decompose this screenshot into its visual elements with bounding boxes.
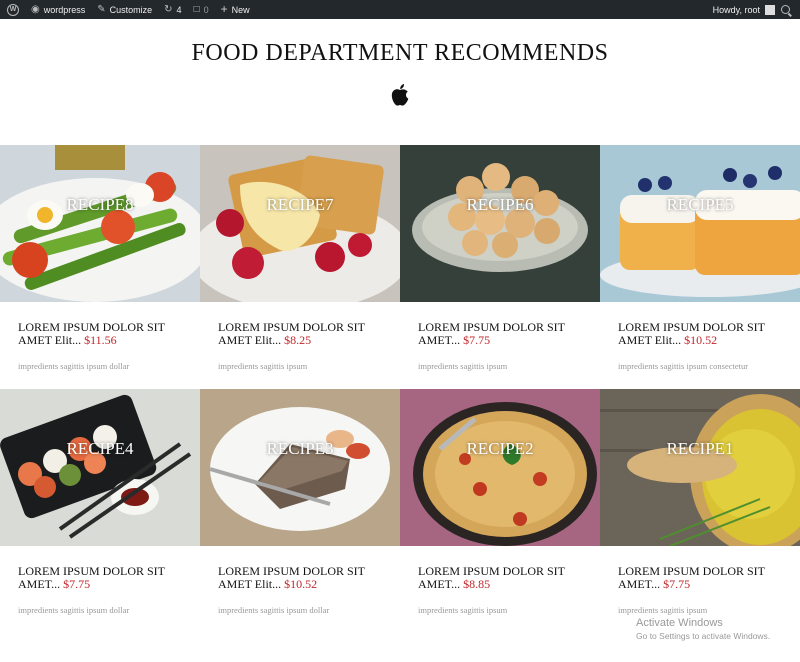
recipe-card[interactable]: RECIPE7 LOREM IPSUM DOLOR SIT AMET Elit.… — [200, 145, 400, 389]
recipe-card[interactable]: RECIPE6 LOREM IPSUM DOLOR SIT AMET... $7… — [400, 145, 600, 389]
wordpress-logo-button[interactable]: W — [0, 0, 25, 19]
recipe-image[interactable]: RECIPE4 — [0, 389, 200, 546]
site-name-label: wordpress — [43, 4, 86, 15]
recipe-title[interactable]: LOREM IPSUM DOLOR SIT AMET... $7.75 — [418, 321, 593, 347]
recipe-image[interactable]: RECIPE7 — [200, 145, 400, 302]
recipe-card[interactable]: RECIPE8 LOREM IPSUM DOLOR SIT AMET Elit.… — [0, 145, 200, 389]
recipe-title[interactable]: LOREM IPSUM DOLOR SIT AMET Elit... $10.5… — [618, 321, 793, 347]
recipe-price: $10.52 — [284, 577, 318, 591]
recipe-card[interactable]: RECIPE4 LOREM IPSUM DOLOR SIT AMET... $7… — [0, 389, 200, 633]
comments-count: 0 — [203, 4, 209, 15]
recipe-title[interactable]: LOREM IPSUM DOLOR SIT AMET... $8.85 — [418, 565, 593, 591]
recipe-card[interactable]: RECIPE5 LOREM IPSUM DOLOR SIT AMET Elit.… — [600, 145, 800, 389]
dashboard-icon: ◉ — [31, 4, 40, 15]
comment-icon: □ — [193, 4, 200, 15]
site-name-link[interactable]: ◉ wordpress — [25, 0, 91, 19]
recipe-title[interactable]: LOREM IPSUM DOLOR SIT AMET... $7.75 — [618, 565, 793, 591]
recipe-title[interactable]: LOREM IPSUM DOLOR SIT AMET Elit... $11.5… — [18, 321, 193, 347]
activation-subtitle: Go to Settings to activate Windows. — [636, 631, 771, 641]
recipe-ingredients: impredients sagittis ipsum dollar — [218, 605, 330, 615]
recipe-label: RECIPE2 — [466, 439, 534, 458]
comments-link[interactable]: □ 0 — [188, 0, 215, 19]
recipe-price: $11.56 — [84, 333, 117, 347]
recipe-title[interactable]: LOREM IPSUM DOLOR SIT AMET Elit... $10.5… — [218, 565, 393, 591]
recipe-price: $7.75 — [463, 333, 491, 347]
page-title: FOOD DEPARTMENT RECOMMENDS — [191, 40, 609, 66]
greeting-label: Howdy, root — [712, 4, 760, 15]
recipe-price: $8.85 — [463, 577, 491, 591]
recipe-ingredients: impredients sagittis ipsum — [618, 605, 708, 615]
new-content-link[interactable]: + New — [215, 0, 256, 19]
recipe-price: $7.75 — [663, 577, 691, 591]
recipe-image[interactable]: RECIPE5 — [600, 145, 800, 302]
recipe-label: RECIPE5 — [666, 195, 734, 214]
recipe-label: RECIPE6 — [466, 195, 534, 214]
activation-watermark: Activate Windows Go to Settings to activ… — [636, 617, 770, 641]
apple-icon — [391, 84, 409, 106]
recipe-price: $7.75 — [63, 577, 91, 591]
recipe-title[interactable]: LOREM IPSUM DOLOR SIT AMET Elit... $8.25 — [218, 321, 393, 347]
recipe-image[interactable]: RECIPE1 — [600, 389, 800, 546]
account-menu[interactable]: Howdy, root — [707, 0, 775, 19]
recipe-price: $8.25 — [284, 333, 312, 347]
recipe-card[interactable]: RECIPE1 LOREM IPSUM DOLOR SIT AMET... $7… — [600, 389, 800, 633]
brush-icon: ✎ — [97, 4, 106, 15]
recipe-card[interactable]: RECIPE3 LOREM IPSUM DOLOR SIT AMET Elit.… — [200, 389, 400, 633]
admin-bar: W ◉ wordpress ✎ Customize ↻ 4 □ 0 + New … — [0, 0, 800, 19]
recipe-card[interactable]: RECIPE2 LOREM IPSUM DOLOR SIT AMET... $8… — [400, 389, 600, 633]
recipe-title[interactable]: LOREM IPSUM DOLOR SIT AMET... $7.75 — [18, 565, 193, 591]
customize-link[interactable]: ✎ Customize — [91, 0, 158, 19]
plus-icon: + — [220, 2, 228, 16]
recipe-image[interactable]: RECIPE2 — [400, 389, 600, 546]
recipe-label: RECIPE3 — [266, 439, 334, 458]
recipe-label: RECIPE7 — [266, 195, 334, 214]
updates-link[interactable]: ↻ 4 — [158, 0, 187, 19]
recipe-label: RECIPE4 — [66, 439, 134, 458]
recipe-label: RECIPE8 — [66, 195, 134, 214]
recipe-ingredients: impredients sagittis ipsum dollar — [18, 605, 130, 615]
recipe-image[interactable]: RECIPE6 — [400, 145, 600, 302]
search-icon[interactable] — [781, 5, 790, 14]
updates-count: 4 — [176, 4, 182, 15]
recipe-ingredients: impredients sagittis ipsum consectetur — [618, 361, 749, 371]
recipe-ingredients: impredients sagittis ipsum dollar — [18, 361, 130, 371]
recipe-image[interactable]: RECIPE8 — [0, 145, 200, 302]
recipe-price: $10.52 — [684, 333, 718, 347]
activation-title: Activate Windows — [636, 617, 723, 629]
recipe-ingredients: impredients sagittis ipsum — [418, 361, 508, 371]
recipe-ingredients: impredients sagittis ipsum — [418, 605, 508, 615]
updates-icon: ↻ — [164, 4, 173, 15]
recipe-ingredients: impredients sagittis ipsum — [218, 361, 308, 371]
avatar — [765, 4, 775, 15]
recipe-label: RECIPE1 — [666, 439, 734, 458]
customize-label: Customize — [109, 4, 153, 15]
wordpress-icon: W — [7, 3, 19, 16]
recipe-image[interactable]: RECIPE3 — [200, 389, 400, 546]
new-label: New — [231, 4, 250, 15]
